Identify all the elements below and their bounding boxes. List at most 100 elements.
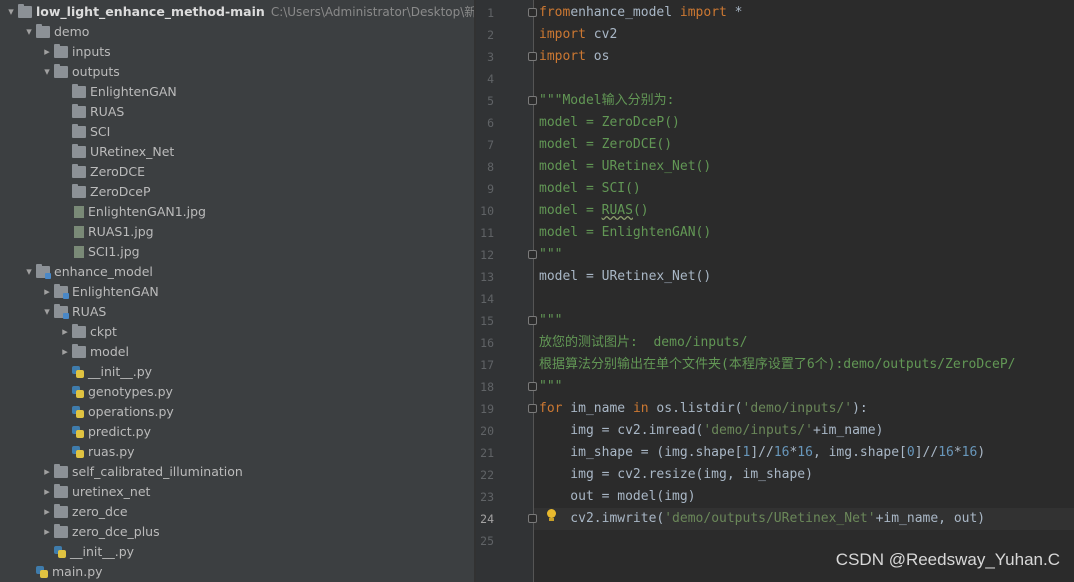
- chevron-right-icon[interactable]: ▸: [40, 502, 54, 522]
- tree-item[interactable]: ▸ EnlightenGAN: [40, 282, 159, 302]
- folder-icon: [72, 184, 86, 198]
- code-line[interactable]: model = URetinex_Net(): [539, 156, 711, 178]
- line-number: 22: [480, 468, 494, 482]
- python-file-icon: [72, 366, 84, 378]
- chevron-right-icon[interactable]: ▸: [58, 342, 72, 362]
- code-line[interactable]: model = SCI(): [539, 178, 641, 200]
- tree-item[interactable]: URetinex_Net: [58, 142, 174, 162]
- code-line[interactable]: fromenhance_model import *: [539, 2, 743, 24]
- code-line[interactable]: 根据算法分别输出在单个文件夹(本程序设置了6个):demo/outputs/Ze…: [539, 354, 1016, 376]
- tree-item[interactable]: ruas.py: [58, 442, 135, 462]
- watermark: CSDN @Reedsway_Yuhan.C: [835, 550, 1060, 569]
- chevron-right-icon[interactable]: ▸: [40, 522, 54, 542]
- tree-item[interactable]: operations.py: [58, 402, 174, 422]
- tree-item[interactable]: __init__.py: [58, 362, 152, 382]
- code-token: 16: [797, 445, 813, 460]
- tree-item[interactable]: ▸ zero_dce: [40, 502, 128, 522]
- code-line[interactable]: model = EnlightenGAN(): [539, 222, 711, 244]
- tree-item[interactable]: SCI1.jpg: [58, 242, 140, 262]
- tree-item[interactable]: SCI: [58, 122, 110, 142]
- python-file-icon: [72, 406, 84, 418]
- tree-item-label: __init__.py: [88, 364, 153, 379]
- code-line[interactable]: 放您的测试图片: demo/inputs/: [539, 332, 747, 354]
- fold-marker-icon[interactable]: [528, 514, 537, 523]
- code-token: ): [977, 445, 986, 460]
- tree-item-label: ZeroDCE: [90, 164, 146, 179]
- project-root[interactable]: ▾ low_light_enhance_method-main C:\Users\A…: [4, 2, 474, 22]
- tree-item[interactable]: ▸ inputs: [40, 42, 111, 62]
- chevron-down-icon[interactable]: ▾: [40, 62, 54, 82]
- fold-marker-icon[interactable]: [528, 250, 537, 259]
- tree-item[interactable]: ▸ uretinex_net: [40, 482, 150, 502]
- fold-marker-icon[interactable]: [528, 316, 537, 325]
- tree-item[interactable]: predict.py: [58, 422, 151, 442]
- code-token: ):: [852, 401, 868, 416]
- tree-item[interactable]: ▾ demo: [22, 22, 89, 42]
- tree-item[interactable]: ▾ outputs: [40, 62, 120, 82]
- code-line[interactable]: """: [539, 244, 562, 266]
- chevron-right-icon[interactable]: ▸: [40, 282, 54, 302]
- tree-item-label: operations.py: [88, 404, 174, 419]
- code-line[interactable]: model = ZeroDceP(): [539, 112, 680, 134]
- fold-marker-icon[interactable]: [528, 382, 537, 391]
- tree-item[interactable]: ▸ ckpt: [58, 322, 117, 342]
- tree-item[interactable]: ▸ model: [58, 342, 129, 362]
- tree-item[interactable]: ▸ zero_dce_plus: [40, 522, 160, 542]
- code-line[interactable]: im_shape = (img.shape[1]//16*16, img.sha…: [539, 442, 985, 464]
- lightbulb-icon[interactable]: [546, 509, 556, 523]
- code-token: model = ZeroDCE(): [539, 137, 673, 152]
- code-line[interactable]: model = RUAS(): [539, 200, 649, 222]
- code-line[interactable]: """: [539, 376, 562, 398]
- chevron-down-icon[interactable]: ▾: [22, 22, 36, 42]
- chevron-down-icon[interactable]: ▾: [22, 262, 36, 282]
- line-number: 10: [480, 204, 494, 218]
- tree-item[interactable]: ZeroDceP: [58, 182, 151, 202]
- code-line[interactable]: import os: [539, 46, 609, 68]
- code-line[interactable]: model = URetinex_Net(): [539, 266, 711, 288]
- tree-item[interactable]: ZeroDCE: [58, 162, 145, 182]
- code-line[interactable]: img = cv2.resize(img, im_shape): [539, 464, 813, 486]
- line-number: 18: [480, 380, 494, 394]
- code-line[interactable]: for im_name in os.listdir('demo/inputs/'…: [539, 398, 868, 420]
- code-line[interactable]: """: [539, 310, 562, 332]
- code-line[interactable]: cv2.imwrite('demo/outputs/URetinex_Net'+…: [539, 508, 985, 530]
- fold-marker-icon[interactable]: [528, 404, 537, 413]
- code-token: im_name: [562, 401, 633, 416]
- tree-item[interactable]: EnlightenGAN: [58, 82, 177, 102]
- folder-icon: [72, 124, 86, 138]
- tree-item[interactable]: ▾ enhance_model: [22, 262, 153, 282]
- code-token: cv2.imwrite(: [539, 511, 665, 526]
- code-line[interactable]: img = cv2.imread('demo/inputs/'+im_name): [539, 420, 883, 442]
- image-file-icon: [74, 206, 84, 218]
- tree-item[interactable]: main.py: [22, 562, 103, 582]
- chevron-right-icon[interactable]: ▸: [40, 482, 54, 502]
- fold-marker-icon[interactable]: [528, 96, 537, 105]
- tree-item[interactable]: RUAS: [58, 102, 124, 122]
- tree-item[interactable]: ▸ self_calibrated_illumination: [40, 462, 243, 482]
- code-token: import: [539, 49, 586, 64]
- tree-item[interactable]: EnlightenGAN1.jpg: [58, 202, 206, 222]
- code-token: model = SCI(): [539, 181, 641, 196]
- fold-marker-icon[interactable]: [528, 8, 537, 17]
- chevron-right-icon[interactable]: ▸: [58, 322, 72, 342]
- folder-icon: [54, 64, 68, 78]
- code-line[interactable]: """Model输入分别为:: [539, 90, 674, 112]
- chevron-down-icon[interactable]: ▾: [40, 302, 54, 322]
- line-number: 2: [487, 28, 494, 42]
- code-line[interactable]: out = model(img): [539, 486, 695, 508]
- fold-marker-icon[interactable]: [528, 52, 537, 61]
- chevron-right-icon[interactable]: ▸: [40, 42, 54, 62]
- chevron-down-icon[interactable]: ▾: [4, 2, 18, 22]
- tree-item[interactable]: __init__.py: [40, 542, 134, 562]
- code-token: 'demo/outputs/URetinex_Net': [664, 511, 876, 526]
- project-name: low_light_enhance_method-main: [36, 4, 265, 19]
- tree-item[interactable]: ▾ RUAS: [40, 302, 106, 322]
- tree-item[interactable]: RUAS1.jpg: [58, 222, 154, 242]
- tree-item[interactable]: genotypes.py: [58, 382, 173, 402]
- code-line[interactable]: import cv2: [539, 24, 617, 46]
- python-file-icon: [54, 546, 66, 558]
- code-line[interactable]: model = ZeroDCE(): [539, 134, 672, 156]
- tree-item-label: demo: [54, 24, 90, 39]
- code-token: 16: [773, 445, 790, 460]
- chevron-right-icon[interactable]: ▸: [40, 462, 54, 482]
